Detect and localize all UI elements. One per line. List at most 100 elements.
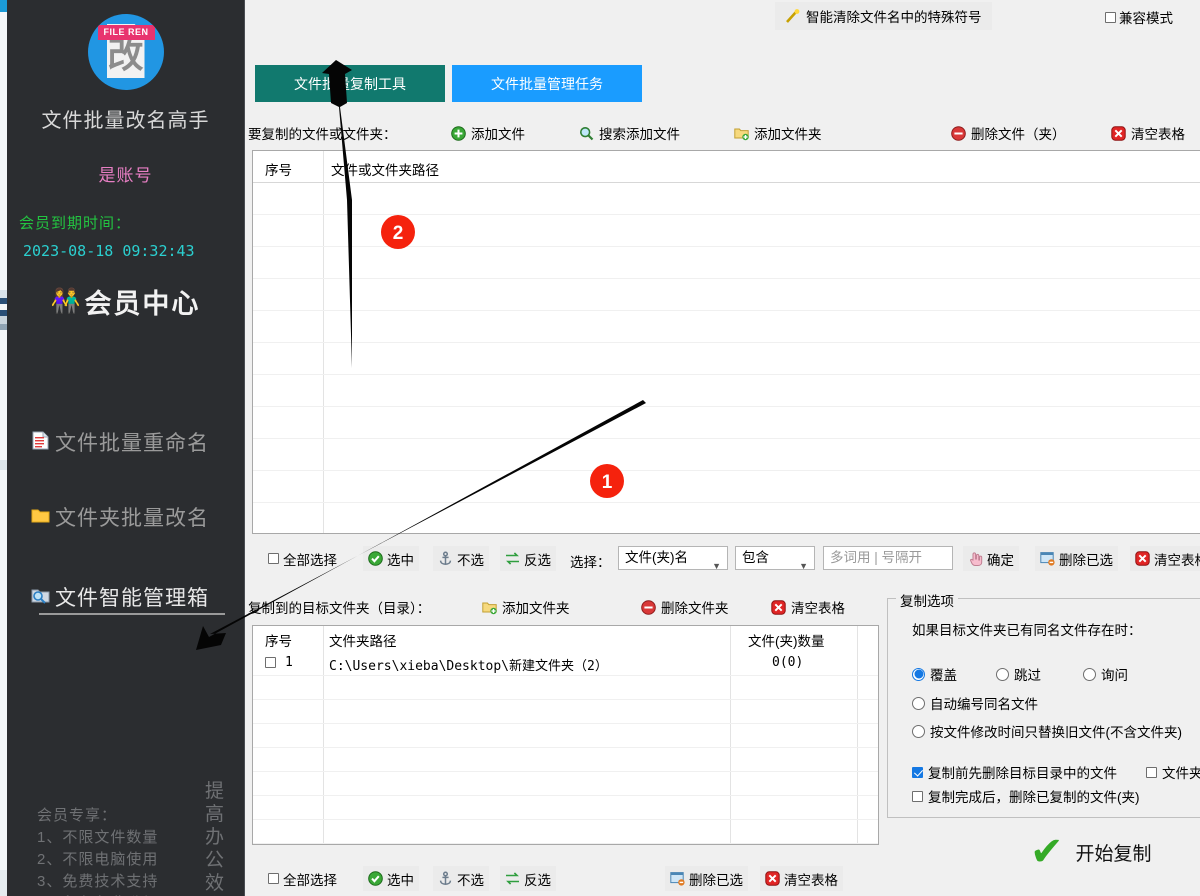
select-all-checkbox[interactable]: 全部选择 <box>263 546 342 571</box>
folder-icon <box>31 506 50 529</box>
row-folder-path: C:\Users\xieba\Desktop\新建文件夹（2） <box>329 659 608 674</box>
button-label: 反选 <box>524 872 551 888</box>
button-label: 清空表格 <box>784 872 838 888</box>
row-checkbox[interactable] <box>265 657 276 668</box>
checkbox-delete-before-copy[interactable]: 复制前先删除目标目录中的文件 <box>912 762 1117 782</box>
table-row <box>253 247 1200 279</box>
tab-label: 文件批量管理任务 <box>491 75 603 92</box>
select-keyword-input[interactable]: 多词用 | 号隔开 <box>823 546 953 570</box>
start-copy-button[interactable]: ✔ 开始复制 <box>1030 828 1152 876</box>
start-copy-label: 开始复制 <box>1075 843 1152 865</box>
copy-options-group: 复制选项 如果目标文件夹已有同名文件存在时： 覆盖 跳过 询问 自动编号同名文件… <box>887 590 1200 818</box>
checkbox-box <box>912 790 923 802</box>
document-list-icon <box>31 431 50 454</box>
button-label: 清空表格 <box>1131 127 1185 142</box>
source-file-table[interactable]: 序号 文件或文件夹路径 <box>252 150 1200 534</box>
radio-label: 跳过 <box>1014 668 1041 683</box>
select-operator-dropdown[interactable]: 包含 ▼ <box>735 546 815 571</box>
account-name[interactable]: 是账号 <box>7 161 244 186</box>
destination-section-label: 复制到的目标文件夹（目录）： <box>248 601 431 616</box>
logo-ribbon-label: FILE REN <box>97 25 155 40</box>
table-row <box>253 796 878 820</box>
dest-deselect-button[interactable]: 不选 <box>433 866 489 891</box>
search-icon <box>579 126 594 141</box>
vip-center-button[interactable]: 👫 会员中心 <box>7 282 244 321</box>
dest-invert-selection-button[interactable]: 反选 <box>500 866 556 891</box>
sidebar-item-label: 文件智能管理箱 <box>55 587 209 610</box>
add-file-button[interactable]: 添加文件 <box>445 120 531 146</box>
invert-selection-button[interactable]: 反选 <box>500 546 556 571</box>
radio-overwrite[interactable]: 覆盖 <box>912 664 957 684</box>
destination-folder-table[interactable]: 序号 文件夹路径 文件(夹)数量 1 C:\Users\xieba\Deskto… <box>252 625 879 845</box>
sidebar-item-smart-manager[interactable]: 文件智能管理箱 <box>7 577 244 617</box>
select-checked-button[interactable]: 选中 <box>363 546 419 571</box>
button-label: 添加文件 <box>471 127 525 142</box>
table-row <box>253 375 1200 407</box>
select-filter-label: 选择： <box>570 555 611 570</box>
table-row <box>253 820 878 844</box>
add-folder-button[interactable]: 添加文件夹 <box>728 120 828 146</box>
tab-batch-copy-tool[interactable]: 文件批量复制工具 <box>255 65 445 102</box>
remove-circle-red-icon <box>951 125 966 141</box>
delete-window-icon <box>1040 551 1055 566</box>
clear-table-button-2[interactable]: 清空表格 <box>1130 546 1200 571</box>
row-index: 1 <box>285 655 293 670</box>
clean-special-symbols-label: 智能清除文件名中的特殊符号 <box>806 10 982 25</box>
benefit-item: 1、不限文件数量 <box>37 829 159 846</box>
deselect-button[interactable]: 不选 <box>433 546 489 571</box>
button-label: 搜索添加文件 <box>599 127 680 142</box>
column-header-path: 文件夹路径 <box>329 634 397 649</box>
radio-auto-number[interactable]: 自动编号同名文件 <box>912 693 1038 713</box>
dest-delete-selected-button[interactable]: 删除已选 <box>665 866 748 891</box>
radio-skip[interactable]: 跳过 <box>996 664 1041 684</box>
sidebar-item-file-rename[interactable]: 文件批量重命名 <box>7 422 244 462</box>
table-row <box>253 183 1200 215</box>
table-row <box>253 772 878 796</box>
button-label: 删除已选 <box>1059 552 1113 568</box>
checkbox-box <box>912 766 923 778</box>
delete-file-button[interactable]: 删除文件（夹） <box>945 120 1072 146</box>
radio-label: 覆盖 <box>930 668 957 683</box>
radio-ask[interactable]: 询问 <box>1083 664 1128 684</box>
radio-replace-old-by-mtime[interactable]: 按文件修改时间只替换旧文件(不含文件夹) <box>912 721 1182 741</box>
active-underline <box>39 613 225 615</box>
table-row <box>253 311 1200 343</box>
delete-selected-button[interactable]: 删除已选 <box>1035 546 1118 571</box>
checkbox-delete-after-copy[interactable]: 复制完成后，删除已复制的文件(夹) <box>912 786 1140 806</box>
table-row[interactable]: 1 C:\Users\xieba\Desktop\新建文件夹（2） 0(0) <box>253 652 878 676</box>
dest-clear-table-button[interactable]: 清空表格 <box>765 594 851 620</box>
benefits-title: 会员专享： <box>37 807 118 824</box>
app-title: 文件批量改名高手 <box>41 110 210 132</box>
button-label: 删除已选 <box>689 872 743 888</box>
checkbox-label: 复制前先删除目标目录中的文件 <box>928 766 1117 781</box>
copy-options-question: 如果目标文件夹已有同名文件存在时： <box>912 623 1142 638</box>
radio-label: 自动编号同名文件 <box>930 697 1038 712</box>
radio-button <box>912 696 925 710</box>
select-field-dropdown[interactable]: 文件(夹)名 ▼ <box>618 546 728 571</box>
button-label: 添加文件夹 <box>754 127 822 142</box>
table-row <box>253 279 1200 311</box>
compatibility-mode-checkbox[interactable]: 兼容模式 <box>1105 7 1173 27</box>
hand-pointer-icon <box>968 551 983 566</box>
clean-special-symbols-button[interactable]: 智能清除文件名中的特殊符号 <box>775 2 992 30</box>
button-label: 添加文件夹 <box>502 601 570 616</box>
table-row <box>253 700 878 724</box>
dest-clear-table-button[interactable]: 清空表格 <box>760 866 843 891</box>
confirm-selection-button[interactable]: 确定 <box>963 546 1019 571</box>
button-label: 清空表格 <box>1154 552 1200 568</box>
remove-circle-red-icon <box>641 599 656 615</box>
dest-delete-folder-button[interactable]: 删除文件夹 <box>635 594 735 620</box>
sidebar-item-folder-rename[interactable]: 文件夹批量改名 <box>7 497 244 537</box>
checkbox-include-folder[interactable]: 文件夹 <box>1146 762 1200 782</box>
dest-select-checked-button[interactable]: 选中 <box>363 866 419 891</box>
vip-expire-label: 会员到期时间： <box>19 215 132 232</box>
row-file-count: 0(0) <box>772 655 804 670</box>
search-add-file-button[interactable]: 搜索添加文件 <box>573 120 686 146</box>
chevron-down-icon: ▼ <box>712 561 721 571</box>
dest-add-folder-button[interactable]: 添加文件夹 <box>476 594 576 620</box>
tab-batch-manage-task[interactable]: 文件批量管理任务 <box>452 65 642 102</box>
dest-select-all-checkbox[interactable]: 全部选择 <box>263 866 342 891</box>
source-section-label: 要复制的文件或文件夹： <box>248 127 397 142</box>
clear-table-button[interactable]: 清空表格 <box>1105 120 1191 146</box>
radio-button <box>996 667 1009 681</box>
